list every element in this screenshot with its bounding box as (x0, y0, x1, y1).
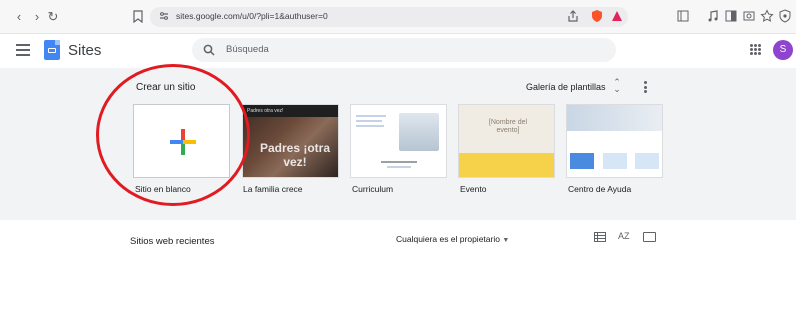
thumbnail-line (356, 115, 386, 117)
thumbnail-block (603, 153, 627, 169)
search-icon[interactable] (203, 44, 215, 56)
template-label[interactable]: Evento (460, 184, 486, 194)
dropdown-arrow-icon: ▼ (502, 237, 510, 244)
music-icon[interactable] (706, 9, 720, 23)
template-label[interactable]: Centro de Ayuda (568, 184, 631, 194)
sidebar-icon[interactable] (676, 9, 690, 23)
thumbnail-line (356, 120, 382, 122)
template-event[interactable]: [Nombre del evento] (458, 104, 555, 178)
thumbnail-hero (567, 105, 662, 131)
sort-icon[interactable]: AZ (618, 231, 630, 241)
thumbnail-title: [Nombre del evento] (488, 119, 528, 134)
template-curriculum[interactable] (350, 104, 447, 178)
google-apps-icon[interactable] (750, 44, 761, 55)
folder-icon[interactable] (643, 232, 656, 242)
template-help-center[interactable] (566, 104, 663, 178)
sites-logo-icon[interactable] (44, 40, 60, 60)
owner-filter-label: Cualquiera es el propietario (396, 234, 500, 244)
thumbnail-line (387, 166, 411, 168)
bookmark-icon[interactable] (133, 10, 143, 23)
thumbnail-header-text: Padres otra vez! (247, 108, 284, 114)
thumbnail-line (356, 125, 384, 127)
owner-filter-dropdown[interactable]: Cualquiera es el propietario ▼ (396, 234, 509, 244)
back-icon[interactable]: ‹ (12, 9, 26, 25)
rewards-icon[interactable] (610, 9, 624, 23)
reload-icon[interactable]: ↻ (46, 9, 60, 25)
more-options-icon[interactable] (644, 81, 648, 93)
share-icon[interactable] (566, 9, 580, 23)
thumbnail-line (381, 161, 417, 163)
template-family[interactable]: Padres otra vez! Padres ¡otra vez! (242, 104, 339, 178)
tab-icon[interactable] (724, 9, 738, 23)
highlight-annotation (96, 64, 250, 206)
brave-shield-icon[interactable] (590, 9, 604, 23)
vpn-shield-icon[interactable] (778, 9, 792, 23)
thumbnail-band (459, 153, 554, 177)
thumbnail-photo (399, 113, 439, 151)
unfold-icon[interactable]: ⌃ ⌄ (612, 78, 622, 95)
template-gallery-toggle[interactable]: Galería de plantillas (526, 82, 606, 92)
thumbnail-title: Padres ¡otra vez! (259, 141, 331, 169)
template-label[interactable]: La familia crece (243, 184, 303, 194)
template-label[interactable]: Curriculum (352, 184, 393, 194)
list-view-icon[interactable] (594, 232, 606, 242)
thumbnail-block (635, 153, 659, 169)
recent-sites-heading: Sitios web recientes (130, 236, 215, 247)
screenshot-icon[interactable] (742, 9, 756, 23)
favorites-icon[interactable] (760, 9, 774, 23)
app-title[interactable]: Sites (68, 42, 101, 59)
url-text[interactable]: sites.google.com/u/0/?pli=1&authuser=0 (176, 11, 328, 21)
site-info-icon[interactable] (158, 10, 170, 22)
search-placeholder[interactable]: Búsqueda (226, 44, 269, 55)
avatar[interactable]: S (773, 40, 793, 60)
thumbnail-block (570, 153, 594, 169)
forward-icon[interactable]: › (30, 9, 44, 25)
main-menu-icon[interactable] (16, 44, 30, 56)
